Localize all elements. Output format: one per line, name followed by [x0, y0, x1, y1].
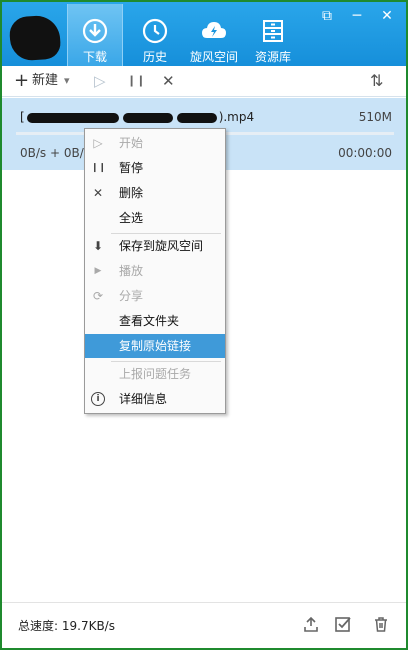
app-window: 下载 历史 旋风空间 资源库 ⧉ ─ ✕ + 新建 ▾ ▷ ❙❙ ✕ ⇅ [)… — [0, 0, 408, 650]
menu-item-pause[interactable]: ❙❙ 暂停 — [85, 156, 225, 180]
avatar[interactable] — [8, 14, 62, 62]
redaction-mark — [122, 112, 173, 123]
context-menu: ▷ 开始 ❙❙ 暂停 ✕ 删除 全选 ⬇ 保存到旋风空间 ▶ 播放 ⟳ 分享 查… — [84, 128, 226, 414]
task-name: [ ).mp4 — [20, 110, 254, 124]
cloud-icon — [202, 22, 226, 38]
download-icon — [82, 18, 108, 44]
tab-download[interactable]: 下载 — [67, 4, 123, 66]
title-bar: 下载 历史 旋风空间 资源库 ⧉ ─ ✕ — [2, 2, 406, 66]
menu-item-label: 播放 — [119, 264, 144, 278]
task-size: 510M — [358, 110, 392, 124]
upload-icon[interactable] — [302, 615, 320, 633]
skin-icon[interactable]: ⧉ — [316, 6, 338, 26]
play-icon: ▶ — [94, 266, 102, 276]
new-task-button[interactable]: 新建 — [32, 66, 58, 96]
cabinet-icon — [263, 20, 283, 42]
menu-item-delete[interactable]: ✕ 删除 — [85, 181, 225, 205]
sort-button[interactable]: ⇅ — [370, 66, 383, 96]
save-cloud-icon: ⬇ — [92, 239, 104, 253]
redaction-mark — [26, 112, 119, 123]
clock-icon — [142, 18, 168, 44]
start-button[interactable]: ▷ — [94, 66, 106, 96]
tab-label: 历史 — [142, 50, 167, 64]
menu-item-details[interactable]: i 详细信息 — [85, 387, 225, 411]
task-name-prefix: [ — [20, 110, 25, 124]
delete-button[interactable]: ✕ — [162, 66, 175, 96]
delete-icon: ✕ — [92, 186, 104, 200]
menu-item-start[interactable]: ▷ 开始 — [85, 131, 225, 155]
menu-item-label: 暂停 — [119, 161, 144, 175]
share-icon: ⟳ — [92, 289, 104, 303]
trash-icon[interactable] — [372, 615, 390, 633]
tab-resource-library[interactable]: 资源库 — [245, 4, 301, 66]
minimize-button[interactable]: ─ — [346, 6, 368, 26]
status-bar: 总速度: 19.7KB/s — [2, 602, 406, 648]
plus-icon[interactable]: + — [14, 66, 29, 96]
pause-icon: ❙❙ — [91, 163, 107, 173]
task-speed: 0B/s + 0B/s — [20, 146, 91, 160]
menu-item-label: 上报问题任务 — [119, 367, 192, 381]
total-speed: 总速度: 19.7KB/s — [18, 619, 115, 633]
menu-item-label: 保存到旋风空间 — [119, 239, 204, 253]
menu-item-label: 复制原始链接 — [119, 339, 192, 353]
menu-item-share[interactable]: ⟳ 分享 — [85, 284, 225, 308]
menu-item-copy-original-link[interactable]: 复制原始链接 — [85, 334, 225, 358]
info-icon: i — [91, 392, 105, 406]
menu-item-label: 开始 — [119, 136, 144, 150]
tab-label: 旋风空间 — [189, 50, 238, 64]
menu-item-select-all[interactable]: 全选 — [85, 206, 225, 230]
new-dropdown-icon[interactable]: ▾ — [64, 66, 70, 96]
menu-item-report-task[interactable]: 上报问题任务 — [85, 362, 225, 386]
menu-item-label: 分享 — [119, 289, 144, 303]
toolbar: + 新建 ▾ ▷ ❙❙ ✕ ⇅ — [2, 66, 406, 97]
tab-label: 资源库 — [254, 50, 291, 64]
tab-history[interactable]: 历史 — [127, 4, 183, 66]
play-outline-icon: ▷ — [93, 136, 103, 150]
tab-label: 下载 — [82, 50, 107, 64]
menu-item-save-to-cloud[interactable]: ⬇ 保存到旋风空间 — [85, 234, 225, 258]
close-button[interactable]: ✕ — [376, 6, 398, 26]
menu-item-label: 全选 — [119, 211, 144, 225]
checkbox-icon[interactable] — [334, 615, 352, 633]
pause-button[interactable]: ❙❙ — [127, 66, 145, 96]
menu-item-label: 查看文件夹 — [119, 314, 180, 328]
menu-item-play[interactable]: ▶ 播放 — [85, 259, 225, 283]
tab-cloud-space[interactable]: 旋风空间 — [186, 4, 242, 66]
task-name-suffix: ).mp4 — [218, 110, 255, 124]
menu-item-label: 详细信息 — [119, 392, 168, 406]
menu-item-label: 删除 — [119, 186, 144, 200]
menu-item-open-folder[interactable]: 查看文件夹 — [85, 309, 225, 333]
redaction-mark — [176, 112, 217, 123]
task-time-remaining: 00:00:00 — [338, 146, 392, 160]
